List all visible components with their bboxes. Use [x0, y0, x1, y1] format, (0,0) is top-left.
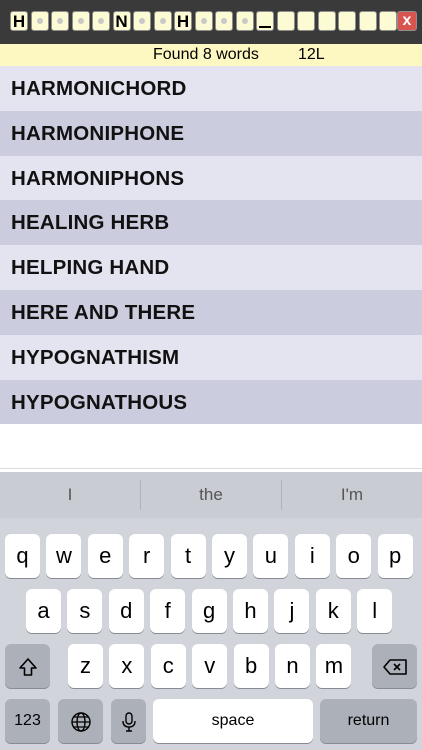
- key-b[interactable]: b: [233, 644, 269, 688]
- pattern-wildcard-tile[interactable]: [235, 11, 254, 31]
- clear-pattern-button[interactable]: x: [397, 11, 417, 31]
- backspace-key[interactable]: [372, 644, 417, 688]
- key-f[interactable]: f: [150, 589, 186, 633]
- globe-icon: [70, 712, 91, 732]
- pattern-empty-tile[interactable]: [338, 11, 356, 31]
- return-key[interactable]: return: [320, 699, 417, 743]
- pattern-letter-tile[interactable]: N: [112, 11, 131, 31]
- keyboard: I the I'm qwertyuiop asdfghjkl zxcvbnm 1…: [0, 472, 422, 750]
- results-list: HARMONICHORD HARMONIPHONE HARMONIPHONS H…: [0, 66, 422, 425]
- pattern-letter-tile[interactable]: H: [10, 11, 28, 31]
- pattern-empty-tile[interactable]: [379, 11, 397, 31]
- result-row[interactable]: HEALING HERB: [0, 200, 422, 246]
- key-t[interactable]: t: [170, 534, 206, 578]
- key-i[interactable]: i: [294, 534, 330, 578]
- pattern-wildcard-tile[interactable]: [194, 11, 213, 31]
- shift-icon: [18, 658, 37, 676]
- key-h[interactable]: h: [233, 589, 268, 633]
- pattern-wildcard-tile[interactable]: [30, 11, 49, 31]
- shift-key[interactable]: [5, 644, 50, 688]
- result-row[interactable]: HYPOGNATHISM: [0, 334, 422, 380]
- pattern-cursor-tile[interactable]: [256, 11, 274, 31]
- pattern-letter-tile[interactable]: H: [174, 11, 192, 31]
- globe-key[interactable]: [58, 699, 103, 743]
- key-s[interactable]: s: [67, 589, 103, 633]
- key-l[interactable]: l: [357, 589, 393, 633]
- key-k[interactable]: k: [315, 589, 351, 633]
- key-u[interactable]: u: [253, 534, 289, 578]
- key-v[interactable]: v: [192, 644, 228, 688]
- suggestion-3[interactable]: I'm: [282, 472, 422, 518]
- pattern-wildcard-tile[interactable]: [71, 11, 90, 31]
- pattern-wildcard-tile[interactable]: [92, 11, 110, 31]
- key-o[interactable]: o: [336, 534, 372, 578]
- pattern-wildcard-tile[interactable]: [51, 11, 69, 31]
- key-x[interactable]: x: [109, 644, 145, 688]
- key-w[interactable]: w: [46, 534, 82, 578]
- pattern-bar: HNH x: [0, 0, 422, 44]
- key-e[interactable]: e: [87, 534, 123, 578]
- pattern-empty-tile[interactable]: [276, 11, 295, 31]
- status-bar: Found 8 words 12L: [0, 44, 422, 66]
- result-row[interactable]: HERE AND THERE: [0, 289, 422, 335]
- key-d[interactable]: d: [108, 589, 144, 633]
- microphone-icon: [121, 712, 136, 732]
- space-key[interactable]: space: [153, 699, 313, 743]
- pattern-wildcard-tile[interactable]: [133, 11, 151, 31]
- key-y[interactable]: y: [212, 534, 247, 578]
- divider: [0, 468, 422, 469]
- key-p[interactable]: p: [377, 534, 413, 578]
- backspace-icon: [382, 659, 407, 675]
- suggestion-1[interactable]: I: [0, 472, 140, 518]
- key-a[interactable]: a: [26, 589, 61, 633]
- word-length: 12L: [298, 46, 325, 63]
- pattern-empty-tile[interactable]: [358, 11, 377, 31]
- result-row[interactable]: HARMONIPHONS: [0, 155, 422, 201]
- key-g[interactable]: g: [191, 589, 227, 633]
- key-c[interactable]: c: [150, 644, 186, 688]
- suggestion-2[interactable]: the: [141, 472, 281, 518]
- result-row[interactable]: HARMONIPHONE: [0, 110, 422, 156]
- dictation-key[interactable]: [111, 699, 146, 743]
- result-row[interactable]: HYPOGNATHOUS: [0, 379, 422, 425]
- pattern-empty-tile[interactable]: [317, 11, 336, 31]
- numbers-key[interactable]: 123: [5, 699, 50, 743]
- pattern-empty-tile[interactable]: [297, 11, 315, 31]
- key-q[interactable]: q: [5, 534, 40, 578]
- suggestion-bar: I the I'm: [0, 472, 422, 518]
- key-r[interactable]: r: [129, 534, 165, 578]
- key-n[interactable]: n: [275, 644, 310, 688]
- key-z[interactable]: z: [68, 644, 103, 688]
- pattern-wildcard-tile[interactable]: [153, 11, 172, 31]
- result-row[interactable]: HELPING HAND: [0, 245, 422, 290]
- pattern-wildcard-tile[interactable]: [215, 11, 233, 31]
- key-j[interactable]: j: [274, 589, 310, 633]
- key-m[interactable]: m: [316, 644, 352, 688]
- result-row[interactable]: HARMONICHORD: [0, 66, 422, 111]
- found-count: Found 8 words: [153, 46, 259, 63]
